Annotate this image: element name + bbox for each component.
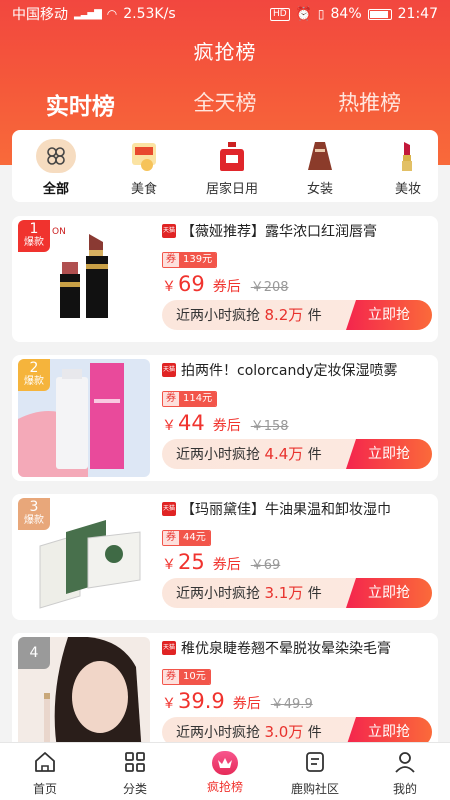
product-image: 3 爆款 — [18, 498, 150, 616]
rank-badge: 4 — [18, 637, 50, 669]
category-label: 居家日用 — [205, 182, 258, 197]
product-image: 4 — [18, 637, 150, 755]
original-price: ￥49.9 — [270, 697, 313, 712]
category-label: 美食 — [130, 182, 157, 197]
carrier-text: 中国移动 — [12, 7, 68, 23]
coupon-badge: 券 10元 — [162, 669, 211, 685]
alarm-icon: ⏰ — [295, 6, 312, 22]
sales-bar: 近两小时疯抢 4.4万 件 立即抢 — [162, 439, 432, 469]
category-womens[interactable]: 女装 — [276, 130, 364, 202]
sales-count: 4.4万 — [264, 445, 304, 463]
after-coupon-label: 券后 — [212, 557, 241, 573]
signal-icon: ▂▃▅▇ — [74, 8, 102, 20]
after-coupon-label: 券后 — [232, 696, 261, 712]
rank-badge: 1 爆款 — [18, 220, 50, 252]
currency-symbol: ￥ — [162, 557, 176, 573]
rank-badge: 3 爆款 — [18, 498, 50, 530]
nav-label: 我的 — [392, 782, 417, 796]
page-title: 疯抢榜 — [193, 40, 257, 64]
product-title: 稚优泉睫卷翘不晕脱妆晕染染毛膏 — [181, 641, 391, 657]
product-title: 拍两件！colorcandy定妆保湿喷雾 — [181, 363, 398, 379]
buy-now-button[interactable]: 立即抢 — [346, 439, 432, 469]
sales-bar: 近两小时疯抢 8.2万 件 立即抢 — [162, 300, 432, 330]
nav-profile[interactable]: 我的 — [360, 743, 450, 800]
original-price: ￥69 — [250, 558, 281, 573]
coupon-badge: 券 114元 — [162, 391, 218, 407]
category-bar: 全部 美食 居家日用 女装 美妆 — [12, 130, 438, 202]
vibrate-icon: ▯ — [317, 7, 325, 21]
tmall-icon: 天猫 — [162, 363, 176, 377]
sales-count: 8.2万 — [264, 306, 304, 324]
nav-hot-ranking[interactable]: 疯抢榜 — [180, 743, 270, 800]
sales-count: 3.1万 — [264, 584, 304, 602]
nav-label: 分类 — [122, 782, 147, 796]
crown-icon — [212, 751, 238, 775]
battery-text: 84% — [330, 6, 362, 22]
category-makeup[interactable]: 美妆 — [364, 130, 438, 202]
original-price: ￥208 — [250, 280, 289, 295]
currency-symbol: ￥ — [162, 418, 176, 434]
product-image: 2 爆款 — [18, 359, 150, 477]
battery-icon — [367, 8, 392, 20]
nav-label: 鹿购社区 — [290, 782, 339, 796]
category-home-daily[interactable]: 居家日用 — [188, 130, 276, 202]
tab-all-day[interactable]: 全天榜 — [165, 87, 285, 133]
product-title: 【薇娅推荐】露华浓口红润唇膏 — [181, 224, 377, 240]
product-card[interactable]: 1 爆款 ON 天猫 【薇娅推荐】露华浓口红润唇膏 券 139元 ￥ 69 券后 ￥… — [12, 216, 438, 342]
buy-now-button[interactable]: 立即抢 — [346, 300, 432, 330]
status-bar: 中国移动 ▂▃▅▇ ◠ 2.53K/s HD ⏰ ▯ 84% 21:47 — [0, 0, 450, 28]
ranking-tabs: 实时榜 全天榜 热推榜 — [0, 87, 450, 133]
community-doc-icon — [303, 751, 327, 777]
clock-text: 21:47 — [397, 6, 438, 22]
category-label: 美妆 — [394, 182, 421, 197]
lipstick-icon — [388, 138, 428, 174]
category-label: 女装 — [306, 182, 333, 197]
nav-home[interactable]: 首页 — [0, 743, 90, 800]
category-grid-icon — [123, 751, 147, 777]
bottom-nav: 首页 分类 疯抢榜 鹿购社区 我的 — [0, 742, 450, 800]
price: 69 — [178, 272, 205, 296]
nav-category[interactable]: 分类 — [90, 743, 180, 800]
nav-community[interactable]: 鹿购社区 — [270, 743, 360, 800]
price: 44 — [178, 411, 205, 435]
price: 39.9 — [178, 689, 225, 713]
currency-symbol: ￥ — [162, 279, 176, 295]
tmall-icon: 天猫 — [162, 224, 176, 238]
product-card[interactable]: 3 爆款 天猫 【玛丽黛佳】牛油果温和卸妆湿巾 券 44元 ￥ 25 券后 ￥69 … — [12, 494, 438, 620]
product-title: 【玛丽黛佳】牛油果温和卸妆湿巾 — [181, 502, 391, 518]
hd-icon: HD — [270, 7, 290, 21]
tab-realtime[interactable]: 实时榜 — [20, 87, 140, 133]
price: 25 — [178, 550, 205, 574]
svg-text:ON: ON — [52, 227, 66, 237]
tab-hot-recommend[interactable]: 热推榜 — [310, 87, 430, 133]
coupon-badge: 券 44元 — [162, 530, 211, 546]
original-price: ￥158 — [250, 419, 289, 434]
rank-badge: 2 爆款 — [18, 359, 50, 391]
grid-flower-icon — [36, 139, 76, 173]
detergent-bottle-icon — [212, 138, 252, 174]
product-card[interactable]: 4 天猫 稚优泉睫卷翘不晕脱妆晕染染毛膏 券 10元 ￥ 39.9 券后 ￥49.… — [12, 633, 438, 759]
product-image: 1 爆款 ON — [18, 220, 150, 338]
tmall-icon: 天猫 — [162, 502, 176, 516]
profile-icon — [393, 751, 417, 777]
coupon-badge: 券 139元 — [162, 252, 218, 268]
sales-count: 3.0万 — [264, 723, 304, 741]
buy-now-button[interactable]: 立即抢 — [346, 578, 432, 608]
category-food[interactable]: 美食 — [100, 130, 188, 202]
sales-bar: 近两小时疯抢 3.1万 件 立即抢 — [162, 578, 432, 608]
category-all[interactable]: 全部 — [12, 130, 100, 202]
after-coupon-label: 券后 — [212, 418, 241, 434]
product-card[interactable]: 2 爆款 天猫 拍两件！colorcandy定妆保湿喷雾 券 114元 ￥ 44 券… — [12, 355, 438, 481]
wifi-icon: ◠ — [106, 7, 118, 21]
dress-icon — [300, 138, 340, 174]
food-icon — [124, 138, 164, 174]
tmall-icon: 天猫 — [162, 641, 176, 655]
home-icon — [33, 751, 57, 777]
nav-label: 首页 — [32, 782, 57, 796]
net-speed: 2.53K/s — [123, 6, 176, 22]
nav-label: 疯抢榜 — [206, 780, 243, 794]
category-label: 全部 — [42, 182, 69, 197]
currency-symbol: ￥ — [162, 696, 176, 712]
after-coupon-label: 券后 — [212, 279, 241, 295]
